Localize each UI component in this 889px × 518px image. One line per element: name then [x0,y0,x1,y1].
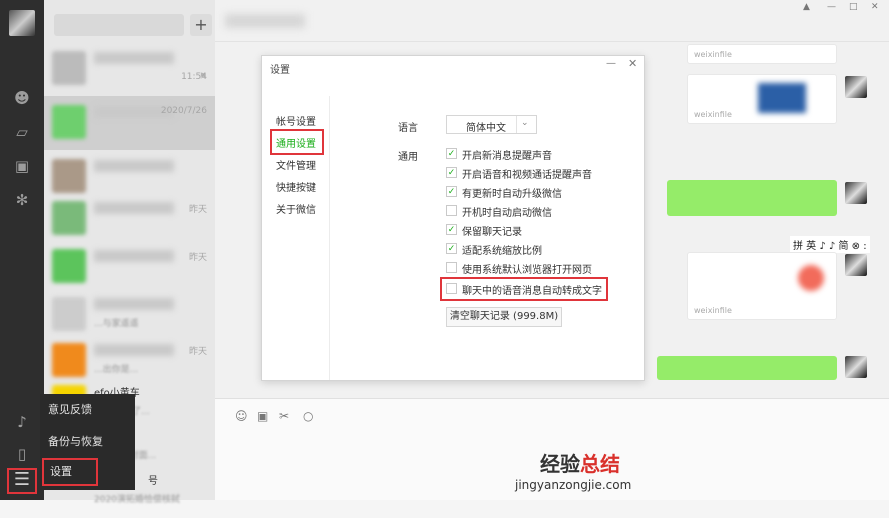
file-thumbnail [798,265,824,291]
avatar [845,76,867,98]
list-item-time: 昨天 [188,205,207,215]
watermark-part-1: 经验 [540,452,580,476]
highlight-box [440,277,608,301]
watermark-part-2: 总结 [580,452,620,476]
avatar [52,297,86,331]
file-thumbnail [758,83,806,113]
language-select[interactable]: 简体中文 ⌄ [446,115,537,134]
list-item-preview: ...出你是... [94,365,139,375]
music-icon[interactable]: ♪ [12,412,32,432]
list-item[interactable]: 昨天 [44,240,215,294]
list-item-name [94,344,174,356]
more-menu-popup: 意见反馈 备份与恢复 设置 [40,394,135,490]
list-item-time: 昨天 [188,253,207,263]
nav-shortcuts[interactable]: 快捷按键 [276,179,316,194]
nav-divider [329,96,330,380]
folder-icon[interactable]: ▣ [12,156,32,176]
checkbox[interactable] [446,205,457,216]
more-menu-button[interactable]: ☰ [7,468,37,494]
message-bubble[interactable] [667,180,837,216]
option-label: 有更新时自动升级微信 [462,189,562,200]
nav-account-settings[interactable]: 帐号设置 [276,113,316,128]
language-value: 简体中文 [466,123,506,134]
list-item-name: 号 [148,476,158,487]
add-chat-button[interactable]: + [190,14,212,36]
favorites-cube-icon[interactable]: ▱ [12,122,32,142]
phone-icon[interactable]: ▯ [12,444,32,464]
close-icon[interactable]: ✕ [871,2,879,12]
avatar [845,356,867,378]
checkbox[interactable]: ✓ [446,224,457,235]
list-item[interactable]: 2020/7/26 [44,96,215,150]
avatar [52,249,86,283]
list-item-preview: 2020演拓婚恰偿核弑 [94,495,180,505]
checkbox[interactable] [446,262,457,273]
file-source-label: weixinfile [694,306,732,315]
general-label: 通用 [398,152,418,163]
option-label: 开启新消息提醒声音 [462,151,552,162]
avatar [845,182,867,204]
menu-item-settings[interactable]: 设置 [42,458,98,486]
avatar [52,343,86,377]
list-item[interactable]: 昨天 [44,192,215,246]
settings-dialog: 设置 — ✕ 帐号设置 通用设置 文件管理 快捷按键 关于微信 语言 简体中文 … [261,55,645,381]
left-rail: ☻ ▱ ▣ ✻ ♪ ▯ ☰ [0,0,44,500]
chat-header: ▲ — □ ✕ [215,0,889,42]
file-message[interactable]: weixinfile [687,44,837,64]
dialog-title: 设置 [270,65,290,76]
chevron-down-icon: ⌄ [521,118,529,128]
folder-icon[interactable]: ▣ [257,409,268,423]
option-label: 保留聊天记录 [462,227,522,238]
user-avatar[interactable] [9,10,35,36]
file-source-label: weixinfile [694,110,732,119]
list-item-time: 11:54 [181,72,207,82]
list-item-name [94,298,174,310]
language-label: 语言 [398,123,418,134]
clear-history-button[interactable]: 清空聊天记录 (999.8M) [446,307,562,327]
avatar [52,159,86,193]
list-item-name [94,202,174,214]
list-item-preview: ...与家遥遥 [94,319,139,329]
file-message[interactable]: weixinfile [687,74,837,124]
checkbox[interactable]: ✓ [446,186,457,197]
checkbox[interactable]: ✓ [446,243,457,254]
highlight-box [270,129,324,155]
file-source-label: weixinfile [694,50,732,59]
option-label: 使用系统默认浏览器打开网页 [462,265,592,276]
minimize-icon[interactable]: — [606,58,616,69]
avatar [52,201,86,235]
avatar [52,105,86,139]
contacts-icon[interactable]: ☻ [12,88,32,108]
option-label: 开启语音和视频通话提醒声音 [462,170,592,181]
file-message[interactable]: weixinfile [687,252,837,320]
option-label: 适配系统缩放比例 [462,246,542,257]
select-divider [516,116,517,133]
scissors-icon[interactable]: ✂ [279,409,289,423]
search-input[interactable] [54,14,184,36]
watermark-url: jingyanzongjie.com [515,478,632,492]
watermark-text: 经验总结 [540,448,620,477]
nav-about[interactable]: 关于微信 [276,201,316,216]
avatar [845,254,867,276]
emoji-icon[interactable]: ☺ [235,409,248,423]
chat-title [225,14,305,28]
minimize-icon[interactable]: — [827,2,836,12]
menu-item-backup[interactable]: 备份与恢复 [40,426,135,458]
close-icon[interactable]: ✕ [628,57,637,70]
list-item-time: 昨天 [188,347,207,357]
list-item-name [94,160,174,172]
chat-bubble-icon[interactable]: ○ [303,409,313,423]
input-method-toolbar[interactable]: 拼 英 ♪ ♪ 简 ⊗ : [790,236,870,253]
checkbox[interactable]: ✓ [446,167,457,178]
checkbox[interactable]: ✓ [446,148,457,159]
pin-icon[interactable]: ▲ [803,2,810,12]
list-item-name [94,250,174,262]
nav-file-management[interactable]: 文件管理 [276,157,316,172]
list-item-time: 2020/7/26 [160,106,207,116]
message-bubble[interactable] [657,356,837,380]
mini-program-icon[interactable]: ✻ [12,190,32,210]
option-label: 开机时自动启动微信 [462,208,552,219]
maximize-icon[interactable]: □ [849,2,858,12]
menu-item-feedback[interactable]: 意见反馈 [40,394,135,426]
